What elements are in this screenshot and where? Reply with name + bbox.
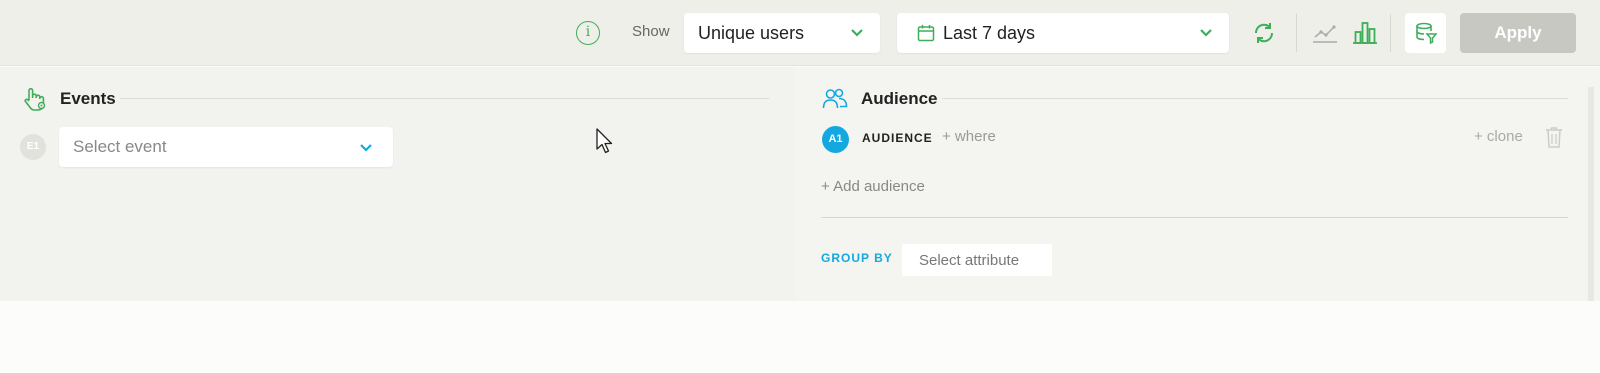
events-touch-icon <box>24 87 46 111</box>
database-filter-button[interactable] <box>1405 13 1446 53</box>
database-filter-icon <box>1416 22 1437 44</box>
select-attribute-dropdown[interactable]: Select attribute <box>902 244 1052 276</box>
select-event-dropdown[interactable]: Select event <box>59 127 393 167</box>
date-range-dropdown[interactable]: Last 7 days <box>897 13 1229 53</box>
audience-users-icon <box>822 88 848 109</box>
top-toolbar: i Show Unique users Last 7 days Apply <box>0 0 1600 66</box>
select-event-placeholder: Select event <box>73 137 167 156</box>
bar-chart-icon[interactable] <box>1352 19 1378 45</box>
audience-label: AUDIENCE <box>862 131 933 145</box>
audience-title: Audience <box>861 89 938 108</box>
clone-audience-link[interactable]: + clone <box>1474 128 1523 145</box>
scrollbar[interactable] <box>1588 87 1594 301</box>
calendar-icon <box>917 25 935 42</box>
events-title: Events <box>60 89 116 108</box>
chevron-down-icon <box>851 29 863 37</box>
toolbar-divider <box>1296 14 1297 52</box>
refresh-icon[interactable] <box>1251 20 1277 46</box>
divider <box>821 217 1568 218</box>
add-where-link[interactable]: + where <box>942 128 996 145</box>
group-by-label: GROUP BY <box>821 251 893 265</box>
divider <box>942 98 1568 99</box>
metric-dropdown-value: Unique users <box>698 23 805 43</box>
divider <box>120 98 769 99</box>
trash-icon[interactable] <box>1545 126 1563 148</box>
date-range-value: Last 7 days <box>943 23 1036 43</box>
audience-badge: A1 <box>822 126 849 153</box>
chevron-down-icon <box>1200 29 1212 37</box>
add-audience-link[interactable]: + Add audience <box>821 178 925 195</box>
chevron-down-icon <box>360 144 372 152</box>
info-icon[interactable]: i <box>576 21 600 45</box>
toolbar-divider <box>1390 14 1391 52</box>
query-builder-panel: Events E1 Select event Audience A1 AUDIE… <box>0 67 1600 301</box>
line-chart-icon[interactable] <box>1312 22 1338 44</box>
show-label: Show <box>632 23 670 40</box>
select-attribute-placeholder: Select attribute <box>919 252 1020 269</box>
metric-dropdown[interactable]: Unique users <box>684 13 880 53</box>
event-badge: E1 <box>20 134 46 160</box>
apply-button[interactable]: Apply <box>1460 13 1576 53</box>
mouse-cursor <box>596 128 613 154</box>
